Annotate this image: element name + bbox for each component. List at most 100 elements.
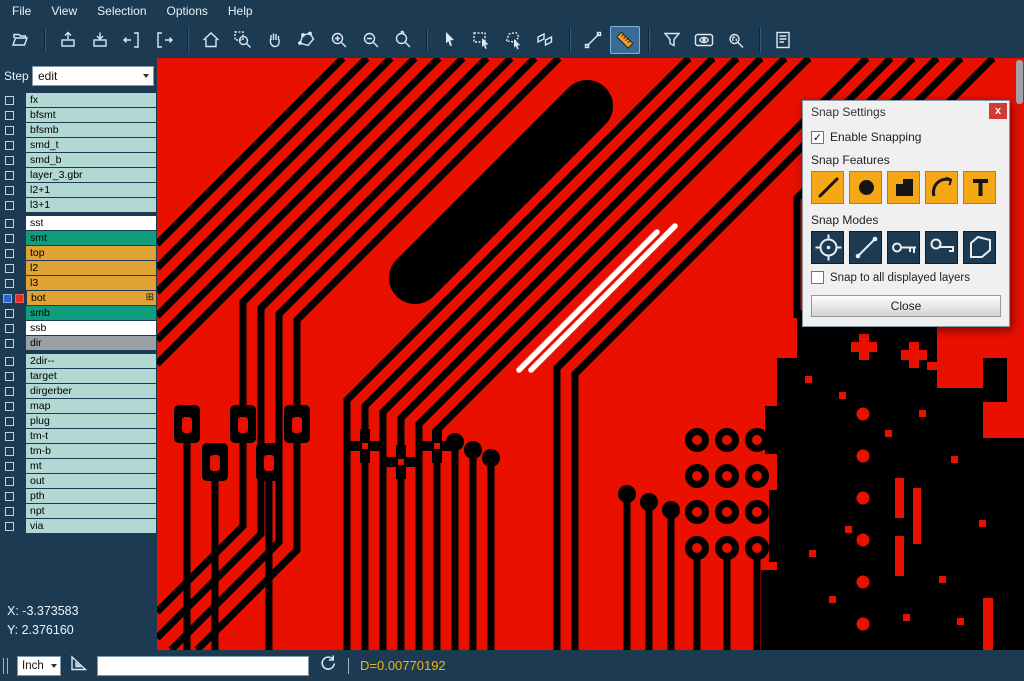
select-window-button[interactable] [467, 26, 497, 54]
layer-row[interactable]: l3 [0, 276, 157, 290]
exit-right-button[interactable] [149, 26, 179, 54]
dialog-title-bar[interactable]: Snap Settings x [803, 101, 1009, 123]
layer-visibility-checkbox[interactable] [5, 219, 14, 228]
layer-row[interactable]: top [0, 246, 157, 260]
layer-row[interactable]: tm-b [0, 444, 157, 458]
layer-row[interactable]: bfsmt [0, 108, 157, 122]
enable-snapping-checkbox[interactable]: ✓ [811, 131, 824, 144]
layer-visibility-checkbox[interactable] [5, 264, 14, 273]
menu-options[interactable]: Options [157, 2, 218, 20]
pan-button[interactable] [260, 26, 290, 54]
layer-visibility-checkbox[interactable] [5, 234, 14, 243]
search-text-button[interactable] [721, 26, 751, 54]
vertical-scrollbar-thumb[interactable] [1016, 60, 1023, 104]
layer-visibility-checkbox[interactable] [5, 432, 14, 441]
menu-selection[interactable]: Selection [87, 2, 156, 20]
menu-help[interactable]: Help [218, 2, 263, 20]
report-button[interactable] [768, 26, 798, 54]
layer-row[interactable]: 2dir-- [0, 354, 157, 368]
mode-key-horizontal-button[interactable] [887, 231, 920, 264]
snap-arc-button[interactable] [925, 171, 958, 204]
exit-left-button[interactable] [117, 26, 147, 54]
layer-visibility-checkbox[interactable] [5, 279, 14, 288]
layer-row[interactable]: layer_3.gbr [0, 168, 157, 182]
select-cursor-button[interactable] [435, 26, 465, 54]
layer-row[interactable]: smd_t [0, 138, 157, 152]
layer-row[interactable]: dirgerber [0, 384, 157, 398]
layer-visibility-checkbox[interactable] [5, 96, 14, 105]
layer-row[interactable]: via [0, 519, 157, 533]
angle-tool-button[interactable] [69, 653, 89, 678]
view-options-button[interactable] [689, 26, 719, 54]
measure-input[interactable] [97, 656, 309, 676]
layer-row[interactable]: l2 [0, 261, 157, 275]
layer-visibility-checkbox[interactable] [5, 462, 14, 471]
layer-visibility-checkbox[interactable] [5, 357, 14, 366]
layer-row[interactable]: fx [0, 93, 157, 107]
layer-visibility-checkbox[interactable] [5, 324, 14, 333]
active-layer-indicator[interactable] [3, 294, 12, 303]
refresh-button[interactable] [318, 653, 338, 678]
zoom-reset-button[interactable] [388, 26, 418, 54]
snap-surface-button[interactable] [887, 171, 920, 204]
layer-visibility-checkbox[interactable] [5, 171, 14, 180]
layer-visibility-checkbox[interactable] [5, 522, 14, 531]
menu-file[interactable]: File [2, 2, 41, 20]
diagonal-ruler-button[interactable] [610, 26, 640, 54]
draw-polygon-button[interactable] [292, 26, 322, 54]
close-icon[interactable]: x [989, 103, 1007, 119]
layer-row[interactable]: plug [0, 414, 157, 428]
dialog-close-button[interactable]: Close [811, 295, 1001, 317]
layer-visibility-checkbox[interactable] [5, 339, 14, 348]
layer-visibility-checkbox[interactable] [5, 372, 14, 381]
menu-view[interactable]: View [41, 2, 87, 20]
layer-row[interactable]: sst [0, 216, 157, 230]
layer-row[interactable]: smt [0, 231, 157, 245]
layer-visibility-checkbox[interactable] [5, 387, 14, 396]
step-select[interactable]: edit [32, 66, 154, 86]
layer-row[interactable]: smd_b [0, 153, 157, 167]
mode-point-button[interactable] [849, 231, 882, 264]
layer-visibility-checkbox[interactable] [5, 417, 14, 426]
layer-row[interactable]: mt [0, 459, 157, 473]
mode-center-button[interactable] [811, 231, 844, 264]
snap-all-layers-checkbox[interactable] [811, 271, 824, 284]
layer-visibility-checkbox[interactable] [5, 492, 14, 501]
layer-row[interactable]: ssb [0, 321, 157, 335]
snap-text-button[interactable] [963, 171, 996, 204]
snap-pad-button[interactable] [849, 171, 882, 204]
transform-button[interactable] [531, 26, 561, 54]
layer-row[interactable]: smb [0, 306, 157, 320]
layer-color-swatch[interactable] [15, 294, 24, 303]
step-up-button[interactable] [53, 26, 83, 54]
zoom-in-button[interactable] [324, 26, 354, 54]
layer-row[interactable]: l3+1 [0, 198, 157, 212]
layer-row[interactable]: bfsmb [0, 123, 157, 137]
zoom-out-button[interactable] [356, 26, 386, 54]
layer-visibility-checkbox[interactable] [5, 309, 14, 318]
layer-row[interactable]: dir [0, 336, 157, 350]
layer-visibility-checkbox[interactable] [5, 507, 14, 516]
layer-row[interactable]: pth [0, 489, 157, 503]
layer-row[interactable]: tm-t [0, 429, 157, 443]
layer-visibility-checkbox[interactable] [5, 111, 14, 120]
home-view-button[interactable] [196, 26, 226, 54]
layer-visibility-checkbox[interactable] [5, 141, 14, 150]
layer-row-selected[interactable]: bot⊞ [0, 291, 157, 305]
layer-row[interactable]: target [0, 369, 157, 383]
layer-visibility-checkbox[interactable] [5, 249, 14, 258]
step-down-button[interactable] [85, 26, 115, 54]
layer-row[interactable]: npt [0, 504, 157, 518]
unit-select[interactable]: Inch [17, 656, 61, 676]
layer-visibility-checkbox[interactable] [5, 402, 14, 411]
open-file-button[interactable] [6, 26, 36, 54]
layer-visibility-checkbox[interactable] [5, 477, 14, 486]
select-polygon-button[interactable] [499, 26, 529, 54]
mode-key-slot-button[interactable] [925, 231, 958, 264]
layer-row[interactable]: out [0, 474, 157, 488]
layer-visibility-checkbox[interactable] [5, 447, 14, 456]
layer-row[interactable]: l2+1 [0, 183, 157, 197]
filter-button[interactable] [657, 26, 687, 54]
snap-line-button[interactable] [811, 171, 844, 204]
layer-visibility-checkbox[interactable] [5, 186, 14, 195]
